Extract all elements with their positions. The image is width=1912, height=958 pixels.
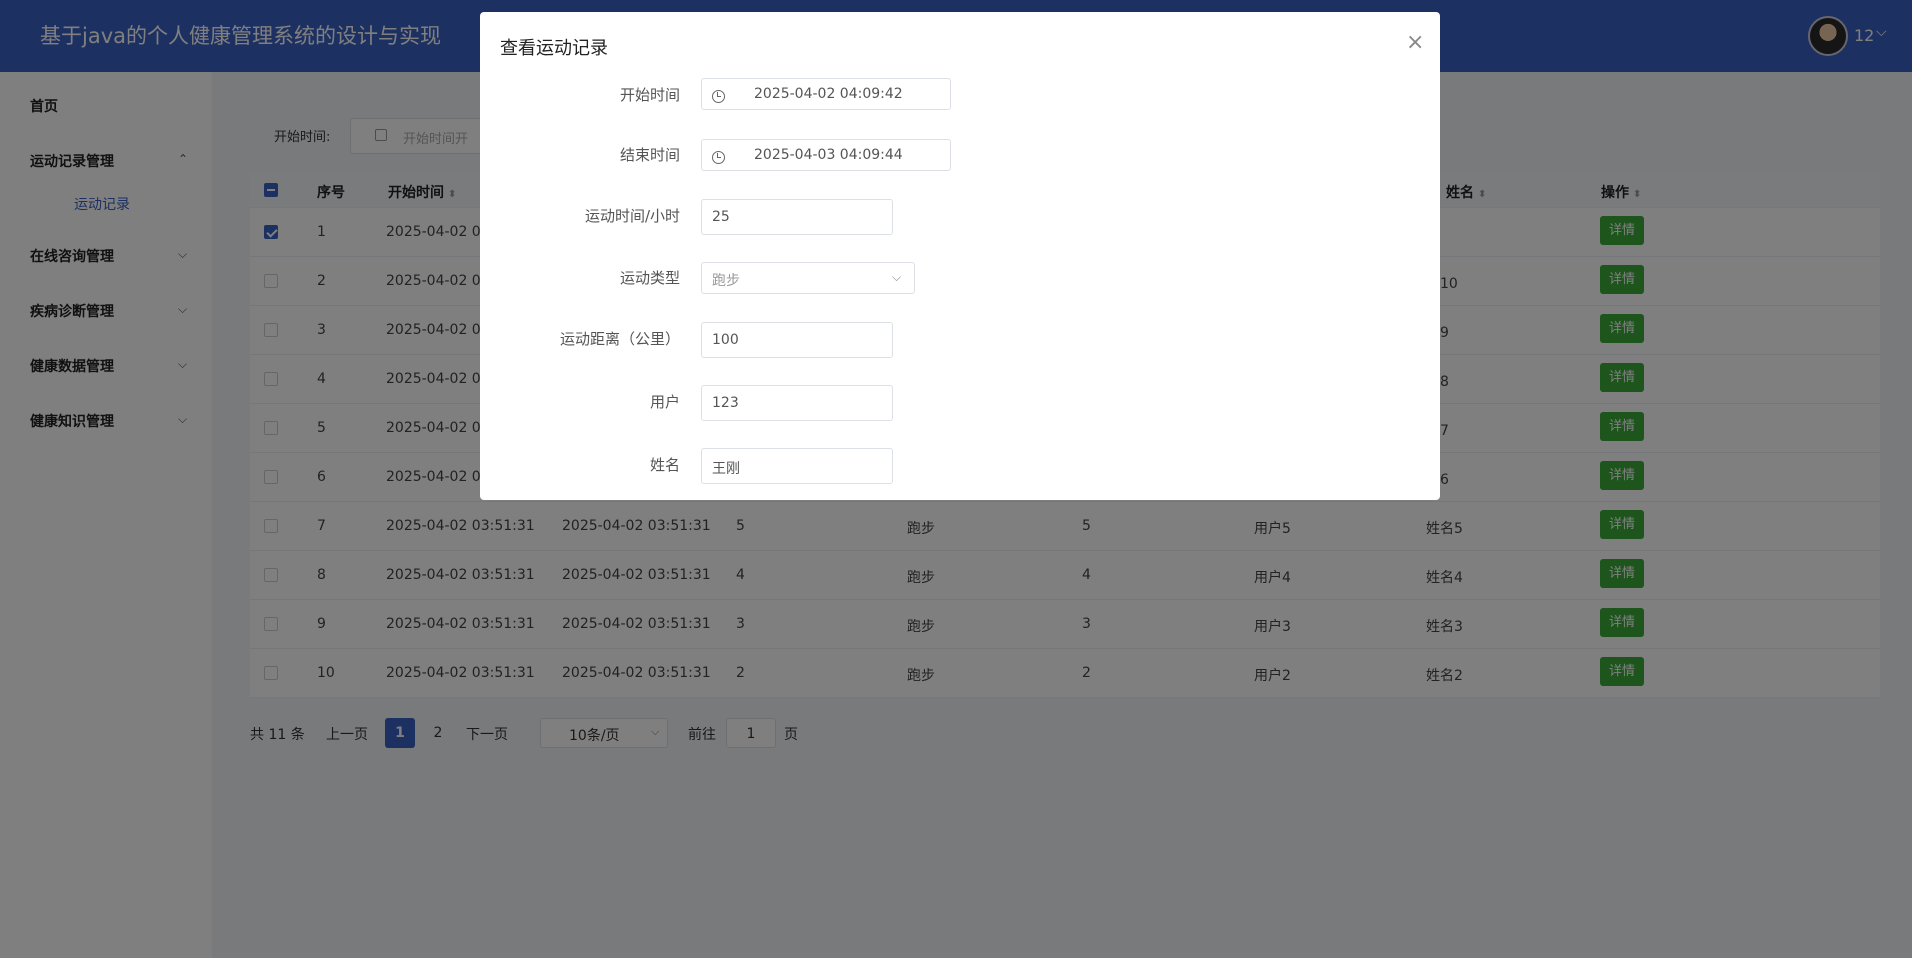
hours-label: 运动时间/小时 [584,207,680,225]
distance-field[interactable]: 100 [701,322,893,358]
type-value: 跑步 [712,273,740,289]
start-time-field[interactable]: 2025-04-02 04:09:42 [701,78,951,110]
name-value: 王刚 [712,461,740,477]
user-field[interactable]: 123 [701,385,893,421]
name-field[interactable]: 王刚 [701,448,893,484]
type-select[interactable]: 跑步 ⌵ [701,262,915,294]
end-time-value: 2025-04-03 04:09:44 [754,147,903,163]
hours-field[interactable]: 25 [701,199,893,235]
clock-icon [712,151,725,164]
clock-icon [712,90,725,103]
start-time-label: 开始时间 [619,86,680,104]
close-icon[interactable]: × [1406,30,1424,55]
user-label: 用户 [649,393,680,411]
end-time-label: 结束时间 [619,146,680,164]
name-label: 姓名 [649,456,680,474]
chevron-down-icon: ⌵ [892,270,902,284]
end-time-field[interactable]: 2025-04-03 04:09:44 [701,139,951,171]
dialog-title: 查看运动记录 [500,38,608,59]
user-value: 123 [712,395,739,411]
distance-value: 100 [712,332,739,348]
view-exercise-record-dialog: 查看运动记录 × 开始时间 2025-04-02 04:09:42 结束时间 2… [480,12,1440,500]
start-time-value: 2025-04-02 04:09:42 [754,86,903,102]
distance-label: 运动距离（公里） [559,330,680,348]
type-label: 运动类型 [619,269,680,287]
hours-value: 25 [712,209,730,225]
